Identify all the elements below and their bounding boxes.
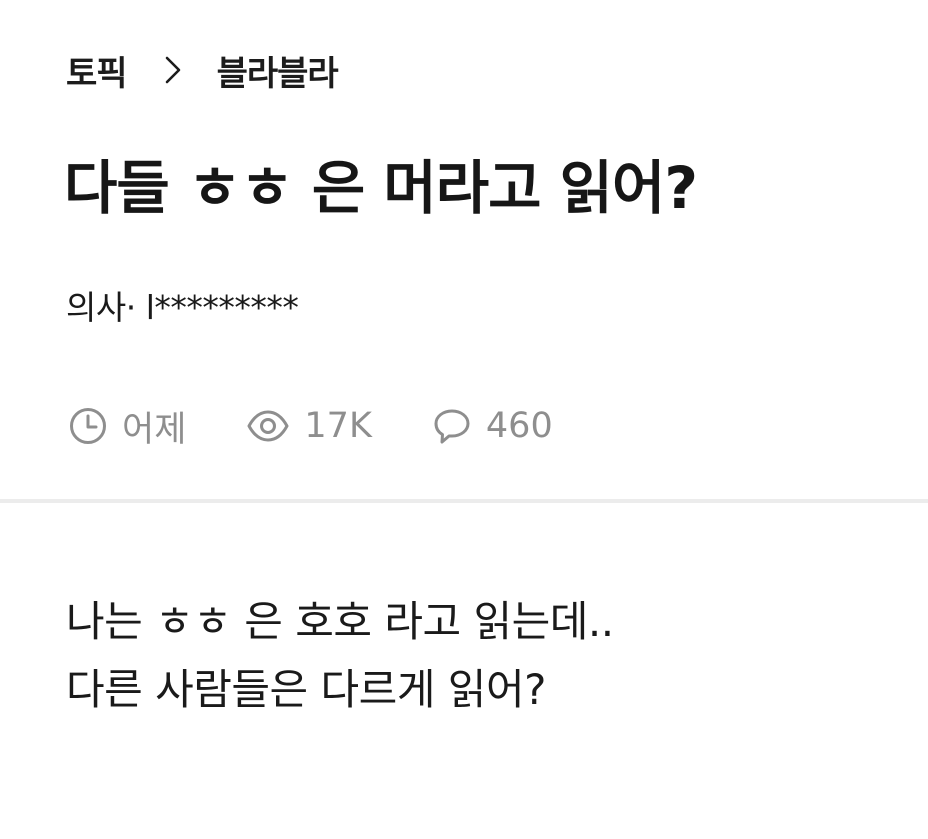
post-views: 17K <box>246 406 372 446</box>
post-body: 나는 ㅎㅎ 은 호호 라고 읽는데.. 다른 사람들은 다르게 읽어? <box>66 588 614 724</box>
post-views-count: 17K <box>304 406 372 446</box>
post-comments-count: 460 <box>485 406 553 446</box>
post-body-line: 나는 ㅎㅎ 은 호호 라고 읽는데.. <box>66 597 614 646</box>
clock-icon <box>68 406 108 446</box>
divider <box>0 499 928 503</box>
eye-icon <box>246 406 290 446</box>
breadcrumb-topic-link[interactable]: 토픽 <box>66 46 128 95</box>
chevron-right-icon <box>165 56 181 84</box>
post-author[interactable]: 의사· l********* <box>66 284 299 332</box>
post-title: 다들 ㅎㅎ 은 머라고 읽어? <box>64 154 698 222</box>
breadcrumb-board-link[interactable]: 블라블라 <box>217 46 339 95</box>
speech-bubble-icon <box>432 406 472 446</box>
breadcrumb: 토픽 블라블라 <box>66 46 339 95</box>
post-comments[interactable]: 460 <box>432 406 553 446</box>
post-time-label: 어제 <box>122 409 187 450</box>
post-time: 어제 <box>68 401 186 452</box>
post-body-line: 다른 사람들은 다르게 읽어? <box>66 665 546 714</box>
post-meta: 어제 17K 460 <box>68 400 553 452</box>
